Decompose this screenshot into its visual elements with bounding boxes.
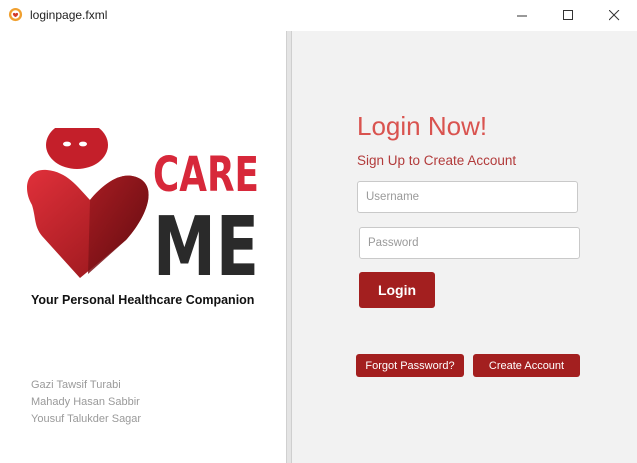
app-icon xyxy=(8,7,23,22)
login-button[interactable]: Login xyxy=(359,272,435,308)
login-panel: Login Now! Sign Up to Create Account Log… xyxy=(292,31,637,463)
window-title: loginpage.fxml xyxy=(30,8,108,22)
username-input[interactable] xyxy=(357,181,578,213)
careme-logo: CARE ME xyxy=(27,128,259,295)
maximize-button[interactable] xyxy=(545,0,591,30)
window-titlebar: loginpage.fxml xyxy=(0,0,637,32)
login-heading: Login Now! xyxy=(357,111,488,141)
password-input[interactable] xyxy=(359,227,580,259)
branding-panel: CARE ME Your Personal Healthcare Compani… xyxy=(0,31,286,463)
minimize-icon xyxy=(516,15,527,16)
credit-name: Yousuf Talukder Sagar xyxy=(31,413,142,425)
close-button[interactable] xyxy=(591,0,637,30)
credit-name: Mahady Hasan Sabbir xyxy=(31,396,140,408)
logo-head xyxy=(46,128,108,169)
close-icon xyxy=(608,9,619,20)
credit-name: Gazi Tawsif Turabi xyxy=(31,379,121,391)
forgot-password-button[interactable]: Forgot Password? xyxy=(356,354,464,377)
credits: Gazi Tawsif Turabi Mahady Hasan Sabbir Y… xyxy=(31,377,141,428)
tagline: Your Personal Healthcare Companion xyxy=(31,293,255,307)
create-account-button[interactable]: Create Account xyxy=(473,354,580,377)
signup-subtitle: Sign Up to Create Account xyxy=(357,153,517,168)
logo-me-text: ME xyxy=(153,200,259,295)
maximize-icon xyxy=(562,9,573,20)
minimize-button[interactable] xyxy=(499,0,545,30)
logo-care-text: CARE xyxy=(153,147,259,203)
